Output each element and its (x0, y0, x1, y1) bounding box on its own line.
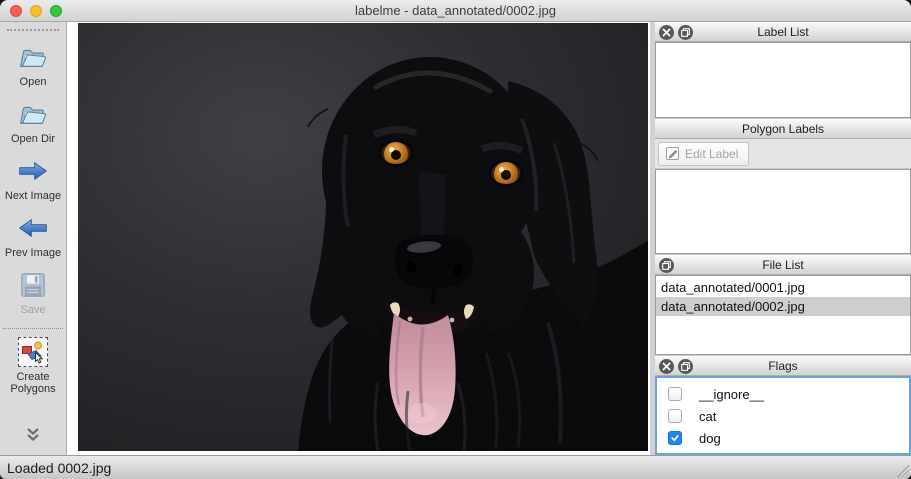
edit-label-button-label: Edit Label (685, 147, 738, 161)
label-list-float-button[interactable] (678, 25, 693, 40)
polygon-labels-dock-titlebar[interactable]: Polygon Labels (655, 119, 911, 139)
window-title: labelme - data_annotated/0002.jpg (0, 3, 911, 18)
file-list-item-selected[interactable]: data_annotated/0002.jpg (656, 297, 910, 316)
flag-label: cat (699, 409, 716, 424)
file-list-dock-titlebar[interactable]: File List (655, 255, 911, 275)
flag-label: dog (699, 431, 721, 446)
toolbar-separator (3, 328, 63, 329)
flags-dock-titlebar[interactable]: Flags (655, 356, 911, 376)
flag-checkbox-ignore[interactable] (668, 387, 682, 401)
toolbar: Open Open Dir (0, 22, 67, 455)
arrow-right-icon (18, 156, 48, 186)
flag-row-cat[interactable]: cat (657, 405, 909, 427)
save-button[interactable]: Save (3, 270, 63, 316)
polygon-labels-toolbar: Edit Label (655, 139, 911, 169)
toolbar-overflow-button[interactable] (25, 427, 41, 447)
label-list-dock-title: Label List (655, 25, 911, 39)
create-polygons-icon (18, 337, 48, 367)
flag-row-ignore[interactable]: __ignore__ (657, 383, 909, 405)
minimize-window-button[interactable] (30, 5, 42, 17)
file-list-float-button[interactable] (659, 258, 674, 273)
checkmark-icon (670, 433, 680, 443)
flags-close-button[interactable] (659, 359, 674, 374)
label-list[interactable] (655, 42, 911, 118)
float-icon (681, 28, 690, 37)
close-icon (662, 28, 671, 37)
canvas-image[interactable] (78, 23, 648, 451)
polygon-labels-list[interactable] (655, 169, 911, 254)
file-list: data_annotated/0001.jpg data_annotated/0… (655, 275, 911, 355)
label-list-close-button[interactable] (659, 25, 674, 40)
create-polygons-button-label: Create Polygons (3, 371, 63, 395)
close-window-button[interactable] (10, 5, 22, 17)
window-titlebar[interactable]: labelme - data_annotated/0002.jpg (0, 0, 911, 22)
open-button-label: Open (3, 76, 63, 88)
labelme-window: labelme - data_annotated/0002.jpg Open (0, 0, 911, 479)
flags-list: __ignore__ cat dog (655, 376, 911, 455)
file-list-item[interactable]: data_annotated/0001.jpg (656, 278, 910, 297)
next-image-button-label: Next Image (3, 190, 63, 202)
double-chevron-down-icon (25, 427, 41, 442)
edit-pencil-icon (665, 146, 680, 161)
dock-panel: Label List Polygon Labels Edit Label (655, 22, 911, 455)
flags-float-button[interactable] (678, 359, 693, 374)
flag-checkbox-dog[interactable] (668, 431, 682, 445)
float-icon (681, 362, 690, 371)
save-button-label: Save (3, 304, 63, 316)
canvas-area[interactable] (67, 22, 650, 455)
edit-label-button[interactable]: Edit Label (658, 142, 749, 166)
polygon-labels-dock-title: Polygon Labels (655, 122, 911, 136)
flag-row-dog[interactable]: dog (657, 427, 909, 449)
open-folder-icon (18, 42, 48, 72)
create-polygons-button[interactable]: Create Polygons (3, 337, 63, 395)
flag-checkbox-cat[interactable] (668, 409, 682, 423)
file-list-dock-title: File List (655, 258, 911, 272)
arrow-left-icon (18, 213, 48, 243)
open-dir-button-label: Open Dir (3, 133, 63, 145)
save-floppy-icon (18, 270, 48, 300)
open-dir-icon (18, 99, 48, 129)
prev-image-button-label: Prev Image (3, 247, 63, 259)
open-button[interactable]: Open (3, 42, 63, 88)
label-list-dock-titlebar[interactable]: Label List (655, 22, 911, 42)
float-icon (662, 261, 671, 270)
flags-dock-title: Flags (655, 359, 911, 373)
traffic-lights (10, 0, 62, 22)
prev-image-button[interactable]: Prev Image (3, 213, 63, 259)
flag-label: __ignore__ (699, 387, 764, 402)
next-image-button[interactable]: Next Image (3, 156, 63, 202)
close-icon (662, 362, 671, 371)
toolbar-drag-handle[interactable] (7, 29, 59, 31)
status-message: Loaded 0002.jpg (0, 460, 111, 476)
status-bar: Loaded 0002.jpg (0, 455, 911, 479)
open-dir-button[interactable]: Open Dir (3, 99, 63, 145)
resize-grip[interactable] (897, 465, 909, 477)
zoom-window-button[interactable] (50, 5, 62, 17)
